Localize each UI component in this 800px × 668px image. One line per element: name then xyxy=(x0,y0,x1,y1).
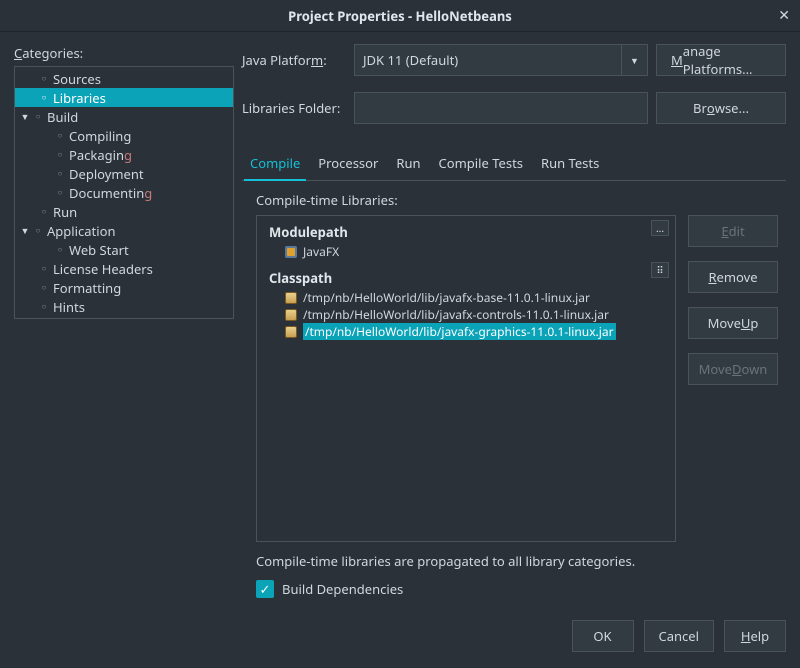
build-dependencies-checkbox[interactable]: ✓ xyxy=(256,580,274,598)
compile-time-libraries-label: Compile-time Libraries: xyxy=(256,191,778,209)
titlebar: Project Properties - HelloNetbeans ✕ xyxy=(0,0,800,32)
window-title: Project Properties - HelloNetbeans xyxy=(288,7,512,25)
list-item[interactable]: /tmp/nb/HelloWorld/lib/javafx-graphics-1… xyxy=(261,323,671,340)
dialog-footer: OK Cancel Help xyxy=(0,608,800,668)
tree-run[interactable]: ○Run xyxy=(15,202,233,221)
java-platform-label: Java Platform: xyxy=(242,51,346,69)
classpath-group[interactable]: Classpath xyxy=(261,266,671,289)
tree-web-start[interactable]: ○Web Start xyxy=(15,240,233,259)
close-icon[interactable]: ✕ xyxy=(778,6,790,25)
help-button[interactable]: Help xyxy=(724,620,786,652)
tree-libraries[interactable]: ○Libraries xyxy=(15,88,233,107)
dialog-window: Project Properties - HelloNetbeans ✕ Cat… xyxy=(0,0,800,668)
propagation-note: Compile-time libraries are propagated to… xyxy=(256,552,778,570)
tree-sources[interactable]: ○Sources xyxy=(15,69,233,88)
remove-button[interactable]: Remove xyxy=(688,261,778,293)
java-platform-value: JDK 11 (Default) xyxy=(363,51,458,69)
cancel-button[interactable]: Cancel xyxy=(644,620,714,652)
chevron-down-icon: ▼ xyxy=(19,110,31,123)
move-down-button: Move Down xyxy=(688,353,778,385)
jar-icon xyxy=(285,309,297,321)
list-item[interactable]: /tmp/nb/HelloWorld/lib/javafx-base-11.0.… xyxy=(261,289,671,306)
tree-application[interactable]: ▼○Application xyxy=(15,221,233,240)
content-area: Categories: ○Sources ○Libraries ▼○Build … xyxy=(0,32,800,608)
tab-compile[interactable]: Compile xyxy=(248,148,302,180)
libraries-folder-field[interactable] xyxy=(354,92,648,124)
tree-build[interactable]: ▼○Build xyxy=(15,107,233,126)
tabs: Compile Processor Run Compile Tests Run … xyxy=(242,148,786,181)
right-panel: Java Platform: JDK 11 (Default) ▼ Manage… xyxy=(242,44,786,598)
tree-compiling[interactable]: ○Compiling xyxy=(15,126,233,145)
categories-tree[interactable]: ○Sources ○Libraries ▼○Build ○Compiling ○… xyxy=(14,66,234,319)
java-platform-combo[interactable]: JDK 11 (Default) ▼ xyxy=(354,44,648,76)
tree-license-headers[interactable]: ○License Headers xyxy=(15,259,233,278)
ok-button[interactable]: OK xyxy=(572,620,634,652)
tree-deployment[interactable]: ○Deployment xyxy=(15,164,233,183)
edit-button: Edit xyxy=(688,215,778,247)
tree-packaging[interactable]: ○Packaging xyxy=(15,145,233,164)
categories-label: Categories: xyxy=(14,44,234,62)
modulepath-more-button[interactable]: ... xyxy=(651,220,669,236)
manage-platforms-button[interactable]: Manage Platforms... xyxy=(656,44,786,76)
chevron-down-icon[interactable]: ▼ xyxy=(621,45,647,75)
classpath-more-button[interactable]: ⠿ xyxy=(651,262,669,278)
tab-compile-tests[interactable]: Compile Tests xyxy=(437,148,525,180)
build-dependencies-label: Build Dependencies xyxy=(282,580,403,598)
jar-icon xyxy=(285,292,297,304)
modulepath-group[interactable]: Modulepath xyxy=(261,220,671,243)
javafx-icon xyxy=(285,246,297,258)
list-item[interactable]: JavaFX xyxy=(261,243,671,260)
move-up-button[interactable]: Move Up xyxy=(688,307,778,339)
jar-icon xyxy=(285,326,297,338)
tab-processor[interactable]: Processor xyxy=(316,148,380,180)
tab-run[interactable]: Run xyxy=(394,148,422,180)
chevron-down-icon: ▼ xyxy=(19,224,31,237)
tab-run-tests[interactable]: Run Tests xyxy=(539,148,601,180)
browse-button[interactable]: Browse... xyxy=(656,92,786,124)
tree-formatting[interactable]: ○Formatting xyxy=(15,278,233,297)
libraries-folder-label: Libraries Folder: xyxy=(242,99,346,117)
libraries-tree[interactable]: Modulepath ... JavaFX Classpath ⠿ /tmp/n… xyxy=(256,215,676,542)
tree-documenting[interactable]: ○Documenting xyxy=(15,183,233,202)
list-item[interactable]: /tmp/nb/HelloWorld/lib/javafx-controls-1… xyxy=(261,306,671,323)
tree-hints[interactable]: ○Hints xyxy=(15,297,233,316)
